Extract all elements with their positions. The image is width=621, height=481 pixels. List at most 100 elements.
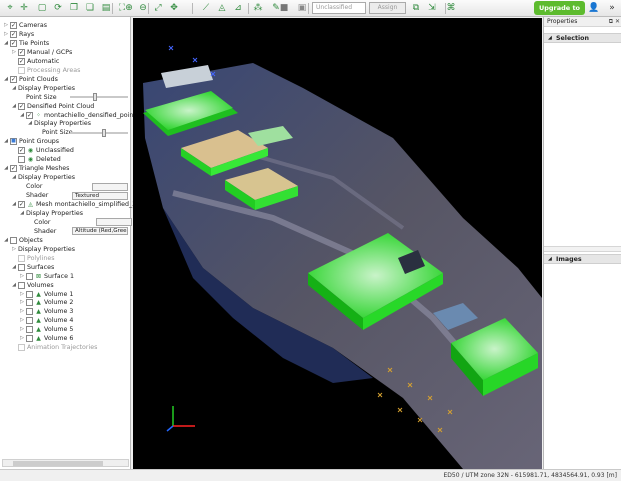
collapse-arrow-icon[interactable]: ◢	[11, 281, 17, 290]
slider-thumb[interactable]	[93, 93, 97, 102]
expand-arrow-icon[interactable]: ▷	[3, 30, 9, 39]
expand-arrow-icon[interactable]: ▷	[19, 298, 25, 307]
collapse-arrow-icon[interactable]: ◢	[11, 200, 17, 209]
rotate-icon[interactable]: ⟳	[52, 2, 64, 14]
layer-checkbox[interactable]	[26, 308, 33, 316]
user-icon[interactable]: 👤	[588, 2, 600, 14]
tree-item[interactable]: ◢ ✓ Densified Point Cloud	[0, 102, 131, 111]
expand-arrow-icon[interactable]: ▷	[19, 316, 25, 325]
expand-arrow-icon[interactable]: ▷	[19, 307, 25, 316]
layer-checkbox[interactable]: ✓	[26, 111, 33, 119]
layer-checkbox[interactable]	[26, 272, 33, 280]
class-select[interactable]: Unclassified	[312, 2, 366, 14]
layer-checkbox[interactable]	[18, 281, 25, 289]
tree-item[interactable]: ✓ ◉ Unclassified	[0, 146, 131, 155]
copy-icon[interactable]: ❐	[68, 2, 80, 14]
tree-item[interactable]: Shader Altitude (Red,Green,B...	[0, 227, 131, 236]
expand-arrow-icon[interactable]: ▷	[3, 21, 9, 30]
layer-checkbox[interactable]	[18, 156, 25, 164]
layer-checkbox[interactable]: ✓	[18, 57, 25, 65]
tree-item[interactable]: Shader Textured	[0, 191, 131, 200]
horizontal-scrollbar[interactable]	[2, 459, 129, 467]
tree-item[interactable]: ◉ Deleted	[0, 155, 131, 164]
layer-checkbox[interactable]	[26, 290, 33, 298]
layer-checkbox[interactable]: ✓	[18, 147, 25, 155]
layer-checkbox[interactable]	[26, 317, 33, 325]
images-section[interactable]: ◢ Images	[544, 254, 621, 264]
collapse-arrow-icon[interactable]: ◢	[3, 164, 9, 173]
layer-checkbox[interactable]	[18, 254, 25, 262]
color-field[interactable]	[96, 218, 132, 227]
tree-item[interactable]: ◢ ✓ Tie Points	[0, 39, 131, 48]
tree-item[interactable]: ◢ Display Properties	[0, 173, 131, 182]
color-box-icon[interactable]: ▣	[296, 2, 308, 14]
tree-item[interactable]: ◢ ✓ ⁘ montachiello_densified_point_...	[0, 111, 145, 120]
point-size-slider[interactable]	[70, 131, 128, 134]
tree-item[interactable]: ▷ ▲ Volume 5	[0, 325, 131, 334]
expand-arrow-icon[interactable]: ▷	[19, 325, 25, 334]
tree-item[interactable]: ▷ Display Properties	[0, 245, 131, 254]
measure-icon[interactable]: ⟋	[200, 2, 212, 14]
tree-item[interactable]: ▷ ⊠ Surface 1	[0, 272, 131, 281]
folder-copy-icon[interactable]: ⧉	[410, 2, 422, 14]
point-size-slider[interactable]	[70, 96, 128, 99]
mesh-icon[interactable]: ◬	[216, 2, 228, 14]
tree-item[interactable]: ✓ Automatic	[0, 57, 131, 66]
layer-checkbox[interactable]	[18, 263, 25, 271]
tree-item[interactable]: ◢ ✓ Triangle Meshes	[0, 164, 131, 173]
tree-item[interactable]: ▷ ▲ Volume 3	[0, 307, 131, 316]
layer-checkbox[interactable]: ✓	[10, 165, 17, 173]
expand-arrow-icon[interactable]: ▷	[11, 48, 17, 57]
share-icon[interactable]: ⌘	[445, 2, 457, 14]
select-arrow-icon[interactable]: ⌖	[4, 2, 16, 14]
copy2-icon[interactable]: ❏	[84, 2, 96, 14]
tree-item[interactable]: ▷ ▲ Volume 2	[0, 298, 131, 307]
panel-controls[interactable]: ⧉ ✕	[609, 17, 620, 27]
chevron-right-icon[interactable]: »	[606, 2, 618, 14]
tree-item[interactable]: Processing Areas	[0, 66, 131, 75]
collapse-arrow-icon[interactable]: ◢	[3, 75, 9, 84]
layer-checkbox[interactable]	[18, 66, 25, 74]
collapse-arrow-icon[interactable]: ◢	[3, 39, 9, 48]
layer-checkbox[interactable]	[26, 299, 33, 307]
color-field[interactable]	[92, 182, 128, 191]
selection-section[interactable]: ◢ Selection	[544, 33, 621, 43]
collapse-arrow-icon[interactable]: ◢	[19, 209, 25, 218]
collapse-arrow-icon[interactable]: ◢	[11, 173, 17, 182]
tree-item[interactable]: Color	[0, 218, 132, 227]
tree-item[interactable]: Point Size	[0, 93, 131, 102]
collapse-arrow-icon[interactable]: ◢	[11, 102, 17, 111]
collapse-arrow-icon[interactable]: ◢	[11, 263, 17, 272]
expand-arrow-icon[interactable]: ▷	[19, 290, 25, 299]
layer-checkbox[interactable]: ✓	[10, 75, 17, 83]
3d-viewport[interactable]	[133, 18, 542, 469]
collapse-arrow-icon[interactable]: ◢	[3, 137, 9, 146]
collapse-arrow-icon[interactable]: ◢	[27, 119, 33, 128]
expand-icon[interactable]: ✥	[168, 2, 180, 14]
tree-item[interactable]: ▷ ✓ Rays	[0, 30, 131, 39]
tree-item[interactable]: ▷ ▲ Volume 4	[0, 316, 131, 325]
tree-item[interactable]: ◢ ✓ Point Clouds	[0, 75, 131, 84]
layer-checkbox[interactable]	[26, 326, 33, 334]
tree-item[interactable]: ◢ Display Properties	[0, 84, 131, 93]
tree-item[interactable]: ▷ ▲ Volume 6	[0, 334, 131, 343]
tree-item[interactable]: ◢ Surfaces	[0, 263, 131, 272]
collapse-arrow-icon[interactable]: ◢	[11, 84, 17, 93]
layer-checkbox[interactable]: ✓	[18, 102, 25, 110]
tree-item[interactable]: ▷ ▲ Volume 1	[0, 290, 131, 299]
upgrade-button[interactable]: Upgrade to Pro	[534, 1, 585, 26]
tree-item[interactable]: ◢ Objects	[0, 236, 131, 245]
shader-select[interactable]: Textured	[72, 191, 128, 200]
tree-item[interactable]: ◢ ■ Point Groups	[0, 137, 131, 146]
layer-checkbox[interactable]: ■	[10, 138, 17, 146]
export-icon[interactable]: ⇲	[426, 2, 438, 14]
scrollbar-thumb[interactable]	[13, 461, 103, 466]
tree-item[interactable]: ▷ ✓ Manual / GCPs	[0, 48, 131, 57]
collapse-arrow-icon[interactable]: ◢	[3, 236, 9, 245]
assign-button[interactable]: Assign	[369, 2, 406, 14]
tree-item[interactable]: Animation Trajectories	[0, 343, 131, 352]
shader-select[interactable]: Altitude (Red,Green,B...	[72, 227, 128, 236]
layer-checkbox[interactable]: ✓	[10, 39, 17, 47]
slider-thumb[interactable]	[102, 128, 106, 137]
box-icon[interactable]: ▢	[36, 2, 48, 14]
